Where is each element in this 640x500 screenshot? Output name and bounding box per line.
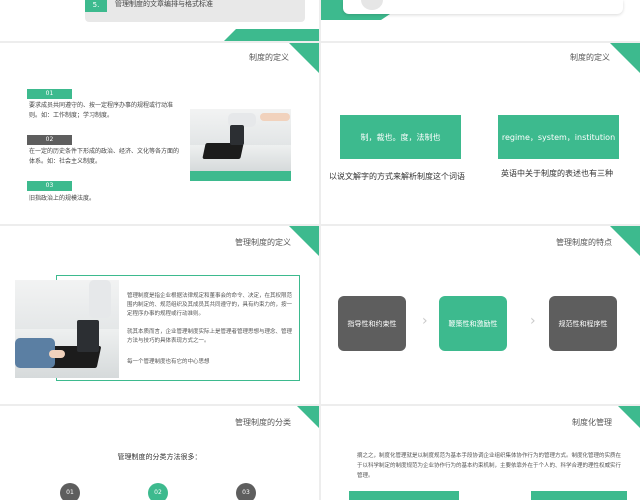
- office-photo: [190, 109, 291, 171]
- green-bar-right: [531, 491, 627, 500]
- number-badge: 5.: [85, 0, 107, 12]
- item-text-03: 旧指政治上的规模法度。: [29, 195, 96, 202]
- slide-title: 管理制度的定义: [235, 238, 291, 247]
- corner-decoration: [289, 226, 319, 256]
- item-badge-02: 02: [27, 135, 72, 145]
- definition-box-chinese: 制，裁也。度，法制也: [340, 115, 461, 159]
- laptop-photo: [15, 280, 119, 378]
- paragraph: 摘之之，制度化管理就是以制度规范为基本手段协调企业组织集体协作行为的管理方式。制…: [357, 453, 622, 479]
- paragraph-1: 管理制度是指企业根据法律规定和董事会的命令、决定，在其权限范围内制定的、规范组织…: [127, 293, 293, 317]
- slide-title: 管理制度的分类: [235, 418, 291, 427]
- slide-title: 制度的定义: [570, 53, 610, 62]
- slide-title: 制度化管理: [572, 418, 612, 427]
- category-dot-01: 01: [60, 483, 80, 500]
- definition-box-english: regime，system，institution: [498, 115, 619, 159]
- item-text-01: 要求成员共同遵守的、按一定程序办事的规程或行动准则。如：工作制度；学习制度。: [29, 102, 174, 119]
- slide-preview-0-right[interactable]: [321, 0, 640, 41]
- classification-intro: 管理制度的分类方法很多：: [117, 453, 202, 461]
- item-badge-03: 03: [27, 181, 72, 191]
- green-decoration: [224, 29, 319, 41]
- photo-accent-bar: [190, 171, 291, 181]
- paragraph-2: 就其本质而言，企业管理制度实际上是管理者管理思想与理念、管理方法与技巧的具体表现…: [127, 329, 293, 344]
- corner-decoration: [618, 406, 640, 428]
- slide-title: 管理制度的特点: [556, 238, 612, 247]
- green-bar-left: [349, 491, 459, 500]
- slide-preview-5[interactable]: 管理制度的分类 管理制度的分类方法很多： 01 02 03: [0, 406, 319, 500]
- chevron-right-icon: ›: [530, 313, 536, 329]
- slide-preview-6[interactable]: 制度化管理 摘之之，制度化管理就是以制度规范为基本手段协调企业组织集体协作行为的…: [321, 406, 640, 500]
- slide-preview-2[interactable]: 制度的定义 制，裁也。度，法制也 regime，system，instituti…: [321, 43, 640, 224]
- item-text-02: 在一定的历史条件下形成的政治、经济、文化等各方面的体系。如：社会主义制度。: [29, 148, 180, 165]
- feature-box-3: 规范性和程序性: [549, 296, 617, 351]
- caption-english: 英语中关于制度的表述也有三种: [501, 169, 613, 178]
- slide-preview-1[interactable]: 制度的定义 01 要求成员共同遵守的、按一定程序办事的规程或行动准则。如：工作制…: [0, 43, 319, 224]
- corner-decoration: [297, 406, 319, 428]
- chevron-right-icon: ›: [422, 313, 428, 329]
- slide-preview-3[interactable]: 管理制度的定义 管理制度是指企业根据法律规定和董事会的命令、决定，在其权限范围内…: [0, 226, 319, 404]
- corner-decoration: [610, 43, 640, 73]
- slide-title: 制度的定义: [249, 53, 289, 62]
- paragraph-3: 每一个管理制度也有它的中心思想: [127, 359, 210, 365]
- corner-decoration: [610, 226, 640, 256]
- category-dot-03: 03: [236, 483, 256, 500]
- white-card: [343, 0, 623, 14]
- item-badge-01: 01: [27, 89, 72, 99]
- header-text: 管理制度的文章编排与格式标准: [115, 0, 213, 8]
- feature-box-1: 指导性和约束性: [338, 296, 406, 351]
- corner-decoration: [289, 43, 319, 73]
- slide-preview-0-left[interactable]: 5. 管理制度的文章编排与格式标准: [0, 0, 319, 41]
- slide-preview-4[interactable]: 管理制度的特点 指导性和约束性 › 鞭策性和激励性 › 规范性和程序性: [321, 226, 640, 404]
- caption-chinese: 以说文解字的方式来解析制度这个词语: [329, 172, 465, 181]
- feature-box-2: 鞭策性和激励性: [439, 296, 507, 351]
- category-dot-02: 02: [148, 483, 168, 500]
